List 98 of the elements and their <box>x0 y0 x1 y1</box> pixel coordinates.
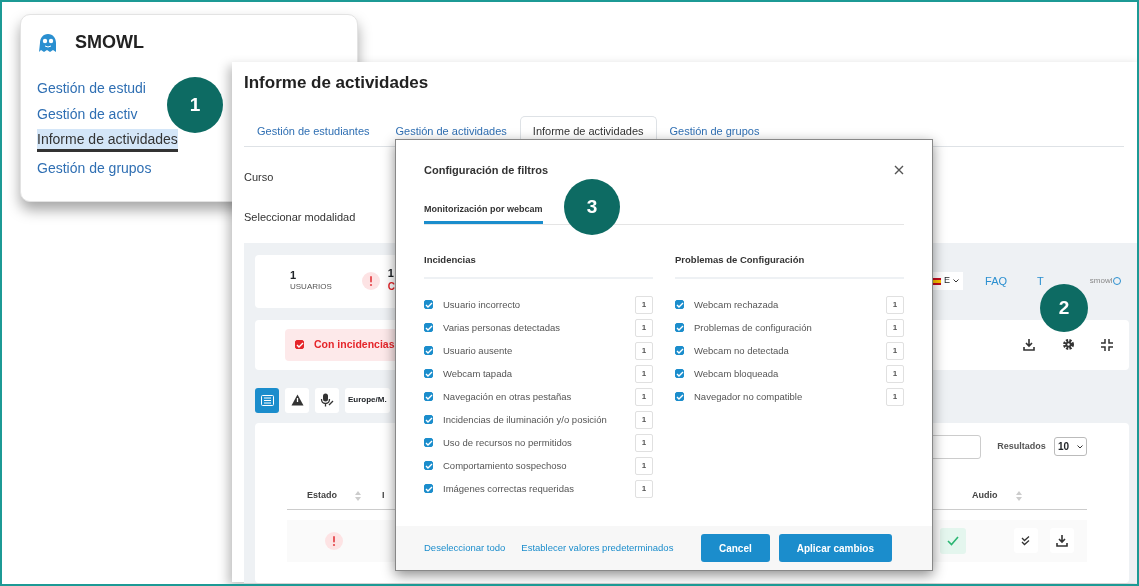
menu-link[interactable]: Gestión de grupos <box>37 157 152 178</box>
dialog-button[interactable]: Aplicar cambios <box>778 534 892 562</box>
page-title: Informe de actividades <box>244 72 430 94</box>
footer-link[interactable]: Deseleccionar todo <box>424 540 506 556</box>
footer-link[interactable]: Establecer valores predeterminados <box>521 540 674 556</box>
ghost-icon <box>37 32 59 53</box>
filter-label: Navegador no compatible <box>694 389 803 404</box>
count-field: 1 <box>886 318 904 337</box>
menu-link[interactable]: Informe de actividades <box>37 129 178 152</box>
brand-name: SMOWL <box>75 31 144 54</box>
checkbox[interactable] <box>424 323 433 333</box>
nav-link[interactable]: FAQ <box>985 275 1008 287</box>
view-button[interactable] <box>285 387 309 413</box>
count-field: 1 <box>635 341 653 360</box>
checkbox[interactable] <box>424 461 433 471</box>
stat-value: 1 <box>387 268 395 280</box>
filter-label: Navegación en otras pestañas <box>443 389 572 404</box>
results-label: Resultados <box>997 439 1046 453</box>
review-button[interactable] <box>1014 528 1038 554</box>
sort-icon <box>1015 491 1022 502</box>
checkbox[interactable] <box>424 438 433 448</box>
chevron-icon <box>1077 444 1083 449</box>
field-label: Seleccionar modalidad <box>244 210 356 226</box>
filter-label: Varias personas detectadas <box>443 320 561 335</box>
checkbox[interactable] <box>424 392 433 402</box>
filter-label: Imágenes correctas requeridas <box>443 481 574 496</box>
checkbox[interactable] <box>424 346 433 356</box>
count-field: 1 <box>635 318 653 337</box>
menu-link[interactable]: Gestión de estudi <box>37 78 146 98</box>
microphone-icon <box>320 393 334 408</box>
sort-icon <box>355 491 361 502</box>
close-icon <box>894 165 904 176</box>
count-field: 1 <box>886 341 904 360</box>
count-field: 1 <box>886 364 904 383</box>
checkbox[interactable] <box>675 346 684 356</box>
checkbox[interactable] <box>424 300 433 310</box>
dialog-button[interactable]: Cancel <box>700 534 770 562</box>
filter-label: Incidencias de iluminación y/o posición <box>443 412 607 427</box>
column-header[interactable]: Estado <box>307 489 337 503</box>
count-field: 1 <box>635 433 653 452</box>
timezone-select[interactable]: Europe/M. <box>345 387 390 413</box>
section-heading: Problemas de Configuración <box>675 253 904 280</box>
nav-link[interactable]: T <box>1037 275 1044 287</box>
close-button[interactable] <box>894 165 904 176</box>
stat-value: 1 <box>290 269 298 281</box>
filter-label: Usuario incorrecto <box>443 297 521 312</box>
checkbox[interactable] <box>675 369 684 379</box>
download-icon <box>1055 534 1069 548</box>
checkbox[interactable] <box>424 369 433 379</box>
results-select[interactable]: 10 <box>1053 437 1087 457</box>
collapse-icon <box>1101 338 1113 351</box>
checkbox[interactable] <box>675 300 684 310</box>
chevron-icon <box>953 279 959 284</box>
logo-icon <box>1112 277 1123 286</box>
count-field: 1 <box>886 387 904 406</box>
download-icon <box>1022 338 1036 352</box>
count-field: 1 <box>886 295 904 314</box>
count-field: 1 <box>635 410 653 429</box>
alert-icon <box>325 531 343 550</box>
tab[interactable]: Gestión de estudiantes <box>244 115 383 147</box>
filter-label: Webcam tapada <box>443 366 512 381</box>
checkbox[interactable] <box>675 392 684 402</box>
list-icon <box>260 394 274 406</box>
dialog-title: Configuración de filtros <box>424 163 549 178</box>
count-field: 1 <box>635 387 653 406</box>
filter-label: Webcam rechazada <box>694 297 779 312</box>
count-field: 1 <box>635 364 653 383</box>
checkbox[interactable] <box>424 484 433 494</box>
stat-label: USUARIOS <box>290 280 332 293</box>
view-button[interactable] <box>315 387 339 413</box>
alert-icon <box>361 272 380 291</box>
settings-icon <box>1061 338 1075 352</box>
count-field: 1 <box>635 479 653 498</box>
field-label: Curso <box>244 169 274 185</box>
check-icon <box>947 535 959 546</box>
filter-label: Usuario ausente <box>443 343 513 358</box>
tab[interactable]: Monitorización por webcam <box>424 202 543 224</box>
filter-label: Webcam bloqueada <box>694 366 779 381</box>
count-field: 1 <box>635 295 653 314</box>
warning-icon <box>290 394 304 407</box>
stat-label: C <box>387 280 396 295</box>
download-button[interactable] <box>1050 528 1074 554</box>
filter-label: Uso de recursos no permitidos <box>443 435 572 450</box>
logo-text: smowl <box>1089 275 1113 288</box>
menu-link[interactable]: Gestión de activ <box>37 103 138 124</box>
double-check-icon <box>1020 535 1032 546</box>
filter-label: Comportamiento sospechoso <box>443 458 567 473</box>
filter-label: Webcam no detectada <box>694 343 789 358</box>
checkbox[interactable] <box>295 340 304 350</box>
checkbox[interactable] <box>675 323 684 333</box>
filter-label: Problemas de configuración <box>694 320 812 335</box>
column-header[interactable]: I <box>382 489 385 503</box>
column-header[interactable]: Audio <box>972 489 998 503</box>
section-heading: Incidencias <box>424 253 653 280</box>
tab[interactable]: Gestión de actividades <box>382 115 520 147</box>
tab[interactable]: Gestión de grupos <box>656 115 773 147</box>
count-field: 1 <box>635 456 653 475</box>
checkbox[interactable] <box>424 415 433 425</box>
